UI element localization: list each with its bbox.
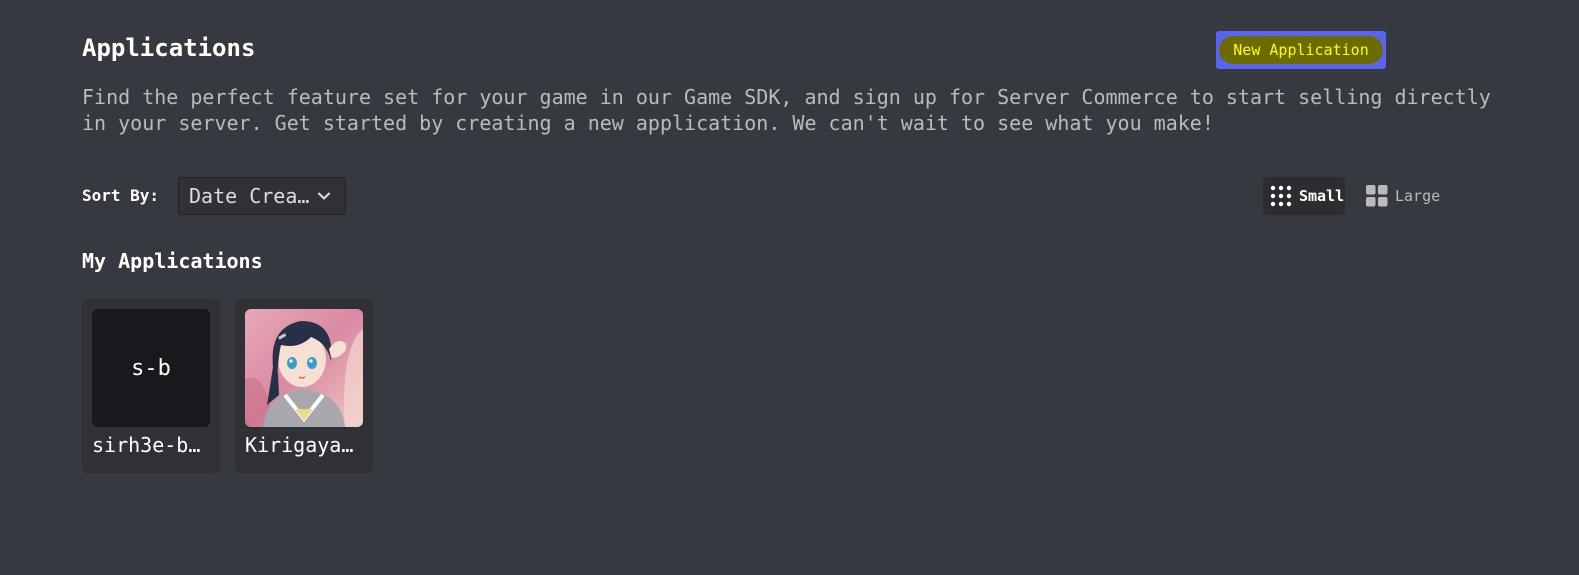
new-application-label: New Application <box>1219 36 1383 64</box>
page-description: Find the perfect feature set for your ga… <box>82 85 1491 135</box>
chevron-down-icon <box>318 192 331 200</box>
app-card-kirigaya[interactable]: Kirigaya… <box>235 299 373 473</box>
anime-avatar-image <box>245 309 363 427</box>
view-large-label: Large <box>1395 187 1441 205</box>
my-applications-heading: My Applications <box>82 249 263 273</box>
app-initials-icon: s-b <box>92 309 210 427</box>
app-initials: s-b <box>131 355 171 381</box>
app-name: Kirigaya… <box>245 433 354 457</box>
large-grid-icon <box>1366 185 1388 207</box>
view-small-label: Small <box>1299 187 1345 205</box>
page-title: Applications <box>82 34 256 62</box>
view-large-button[interactable]: Large <box>1360 177 1444 215</box>
sort-by-label: Sort By: <box>82 186 160 205</box>
applications-page: Applications New Application Find the pe… <box>0 0 1579 575</box>
new-application-button[interactable]: New Application <box>1216 31 1386 69</box>
app-card-sirh3e[interactable]: s-b sirh3e-b… <box>82 299 220 473</box>
sort-select[interactable]: Date Crea… <box>178 177 346 215</box>
app-name: sirh3e-b… <box>92 433 201 457</box>
view-small-button[interactable]: Small <box>1263 177 1345 215</box>
sort-select-value: Date Crea… <box>189 184 310 208</box>
small-grid-icon <box>1270 185 1292 207</box>
